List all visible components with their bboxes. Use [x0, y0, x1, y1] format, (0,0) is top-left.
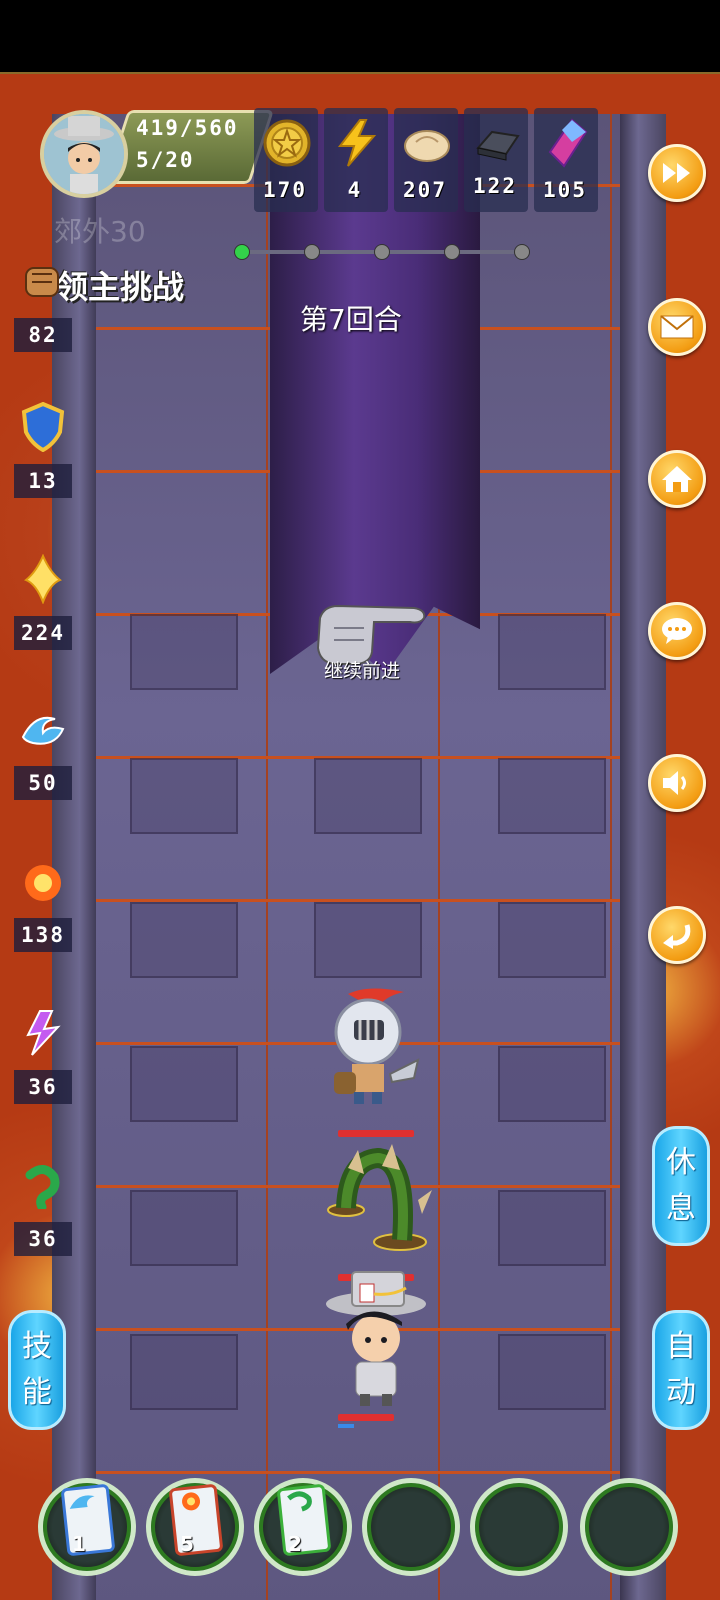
lightning-bolt-icon [14, 1004, 72, 1062]
auto-button[interactable]: 自 动 [652, 1310, 710, 1430]
sound-icon [663, 771, 686, 795]
auto-label-2: 动 [666, 1375, 696, 1410]
skill-value: 13 [14, 464, 72, 498]
hero-mana-bar [338, 1424, 354, 1428]
lightning-icon [337, 119, 377, 167]
skill-value: 36 [14, 1222, 72, 1256]
mail-icon [660, 315, 694, 339]
crystal-icon [548, 118, 588, 168]
skill-value: 82 [14, 318, 72, 352]
skill-value: 36 [14, 1070, 72, 1104]
floor-tile[interactable] [498, 902, 606, 978]
mail-button[interactable] [648, 298, 706, 356]
progress-dot [444, 244, 460, 260]
skill-poison[interactable]: 36 [14, 1156, 72, 1256]
magician-avatar-icon [44, 114, 124, 194]
player-avatar[interactable] [40, 110, 128, 198]
round-counter: 第7回合 [300, 303, 402, 336]
chat-button[interactable] [648, 602, 706, 660]
fire-card[interactable] [168, 1483, 224, 1557]
auto-label-1: 自 [666, 1329, 696, 1364]
thorn-vine-obstacle-icon[interactable] [308, 1140, 444, 1260]
floor-tile[interactable] [314, 758, 422, 834]
return-button[interactable] [648, 906, 706, 964]
poison-worm-icon [14, 1156, 72, 1214]
player-stamina: 5/20 [136, 148, 195, 172]
floor-tile[interactable] [130, 1190, 238, 1266]
water-card[interactable] [60, 1483, 116, 1557]
skill-label-2: 能 [22, 1375, 52, 1410]
hero-health-bar [338, 1414, 394, 1421]
continue-label[interactable]: 继续前进 [324, 656, 400, 683]
poison-card-icon [287, 1491, 312, 1512]
fire-card-icon [182, 1492, 201, 1511]
knight-health-bar [338, 1130, 414, 1137]
faded-area-label: 郊外30 [54, 215, 146, 248]
fire-icon [14, 852, 72, 910]
poison-card-count: 2 [288, 1532, 302, 1556]
floor-tile[interactable] [130, 902, 238, 978]
skill-water[interactable]: 50 [14, 700, 72, 800]
floor-tile[interactable] [498, 1334, 606, 1410]
holy-light-icon [14, 550, 72, 608]
progress-dot-current [234, 244, 250, 260]
card-slot-5[interactable] [470, 1478, 568, 1576]
progress-dot [514, 244, 530, 260]
card-slot-6[interactable] [580, 1478, 678, 1576]
floor-tile[interactable] [130, 1334, 238, 1410]
skill-value: 224 [14, 616, 72, 650]
fire-card-count: 5 [180, 1532, 194, 1556]
floor-tile[interactable] [498, 758, 606, 834]
iron-ingot-icon [476, 130, 520, 161]
water-card-count: 1 [72, 1532, 86, 1556]
resource-gold-value: 170 [263, 178, 307, 202]
card-slot-4[interactable] [362, 1478, 460, 1576]
sound-button[interactable] [648, 754, 706, 812]
magician-hero-icon[interactable] [322, 1270, 432, 1410]
progress-dot [374, 244, 390, 260]
resource-iron-value: 122 [473, 174, 517, 198]
rest-label-1: 休 [666, 1145, 696, 1180]
water-wave-icon [14, 700, 72, 758]
poison-card[interactable] [276, 1483, 332, 1557]
skill-lightning[interactable]: 36 [14, 1004, 72, 1104]
resource-energy-value: 4 [347, 178, 363, 202]
bun-icon [404, 130, 450, 162]
knight-enemy-icon[interactable] [318, 986, 428, 1110]
floor-tile[interactable] [130, 1046, 238, 1122]
skill-shield[interactable]: 13 [14, 398, 72, 498]
floor-tile[interactable] [498, 614, 606, 690]
skill-fist[interactable]: 82 [14, 252, 72, 352]
rest-button[interactable]: 休 息 [652, 1126, 710, 1246]
skill-label-1: 技 [22, 1329, 52, 1364]
resource-food-value: 207 [403, 178, 447, 202]
floor-tile[interactable] [130, 614, 238, 690]
home-button[interactable] [648, 450, 706, 508]
fast-forward-icon [663, 163, 690, 183]
water-card-icon [69, 1495, 95, 1509]
gold-coin-icon [263, 119, 311, 167]
fist-icon [14, 252, 72, 310]
stage-title: 领主挑战 [56, 268, 185, 306]
rest-label-2: 息 [666, 1191, 696, 1226]
home-icon [662, 466, 692, 492]
floor-tile[interactable] [498, 1046, 606, 1122]
skill-button[interactable]: 技 能 [8, 1310, 66, 1430]
resource-crystal-value: 105 [543, 178, 587, 202]
floor-tile[interactable] [130, 758, 238, 834]
skill-holy-light[interactable]: 224 [14, 550, 72, 650]
chat-icon [662, 618, 692, 644]
skill-value: 50 [14, 766, 72, 800]
skill-fire[interactable]: 138 [14, 852, 72, 952]
floor-tile[interactable] [498, 1190, 606, 1266]
player-hp: 419/560 [136, 116, 239, 140]
fast-forward-button[interactable] [648, 144, 706, 202]
shield-icon [14, 398, 72, 456]
floor-tile[interactable] [314, 902, 422, 978]
status-bar [0, 0, 720, 74]
skill-value: 138 [14, 918, 72, 952]
progress-dot [304, 244, 320, 260]
return-icon [663, 924, 691, 949]
